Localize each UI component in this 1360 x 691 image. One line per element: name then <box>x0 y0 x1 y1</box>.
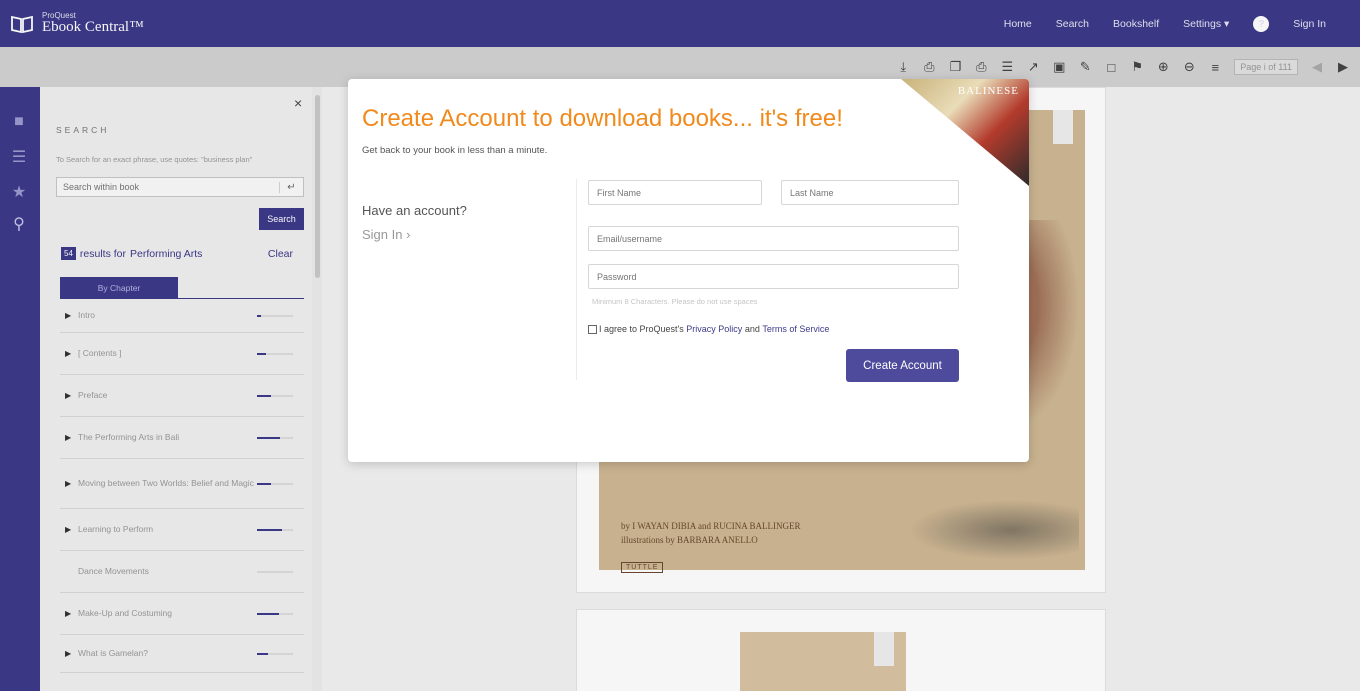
privacy-policy-link[interactable]: Privacy Policy <box>686 324 742 334</box>
email-field <box>588 226 959 251</box>
corner-book-title: BALINESE <box>957 85 1019 97</box>
book-cover-corner: BALINESE <box>901 79 1029 186</box>
first-name-field <box>588 180 762 205</box>
create-account-modal: BALINESE Create Account to download book… <box>348 79 1029 462</box>
email-input[interactable] <box>589 227 958 250</box>
sign-in-link[interactable]: Sign In › <box>362 227 410 242</box>
terms-agreement: I agree to ProQuest's Privacy Policy and… <box>588 324 829 334</box>
password-field <box>588 264 959 289</box>
have-account-text: Have an account? <box>362 203 467 218</box>
modal-divider <box>576 179 577 380</box>
modal-title: Create Account to download books... it's… <box>362 105 843 132</box>
password-input[interactable] <box>589 265 958 288</box>
password-help-text: Minimum 8 Characters. Please do not use … <box>592 297 758 306</box>
modal-subtitle: Get back to your book in less than a min… <box>362 145 548 156</box>
agree-checkbox[interactable] <box>588 324 597 334</box>
agree-prefix-text: I agree to ProQuest's <box>599 324 684 334</box>
first-name-input[interactable] <box>589 181 761 204</box>
create-account-button[interactable]: Create Account <box>846 349 959 382</box>
last-name-field <box>781 180 959 205</box>
terms-of-service-link[interactable]: Terms of Service <box>762 324 829 334</box>
last-name-input[interactable] <box>782 181 958 204</box>
agree-and-text: and <box>744 324 760 334</box>
